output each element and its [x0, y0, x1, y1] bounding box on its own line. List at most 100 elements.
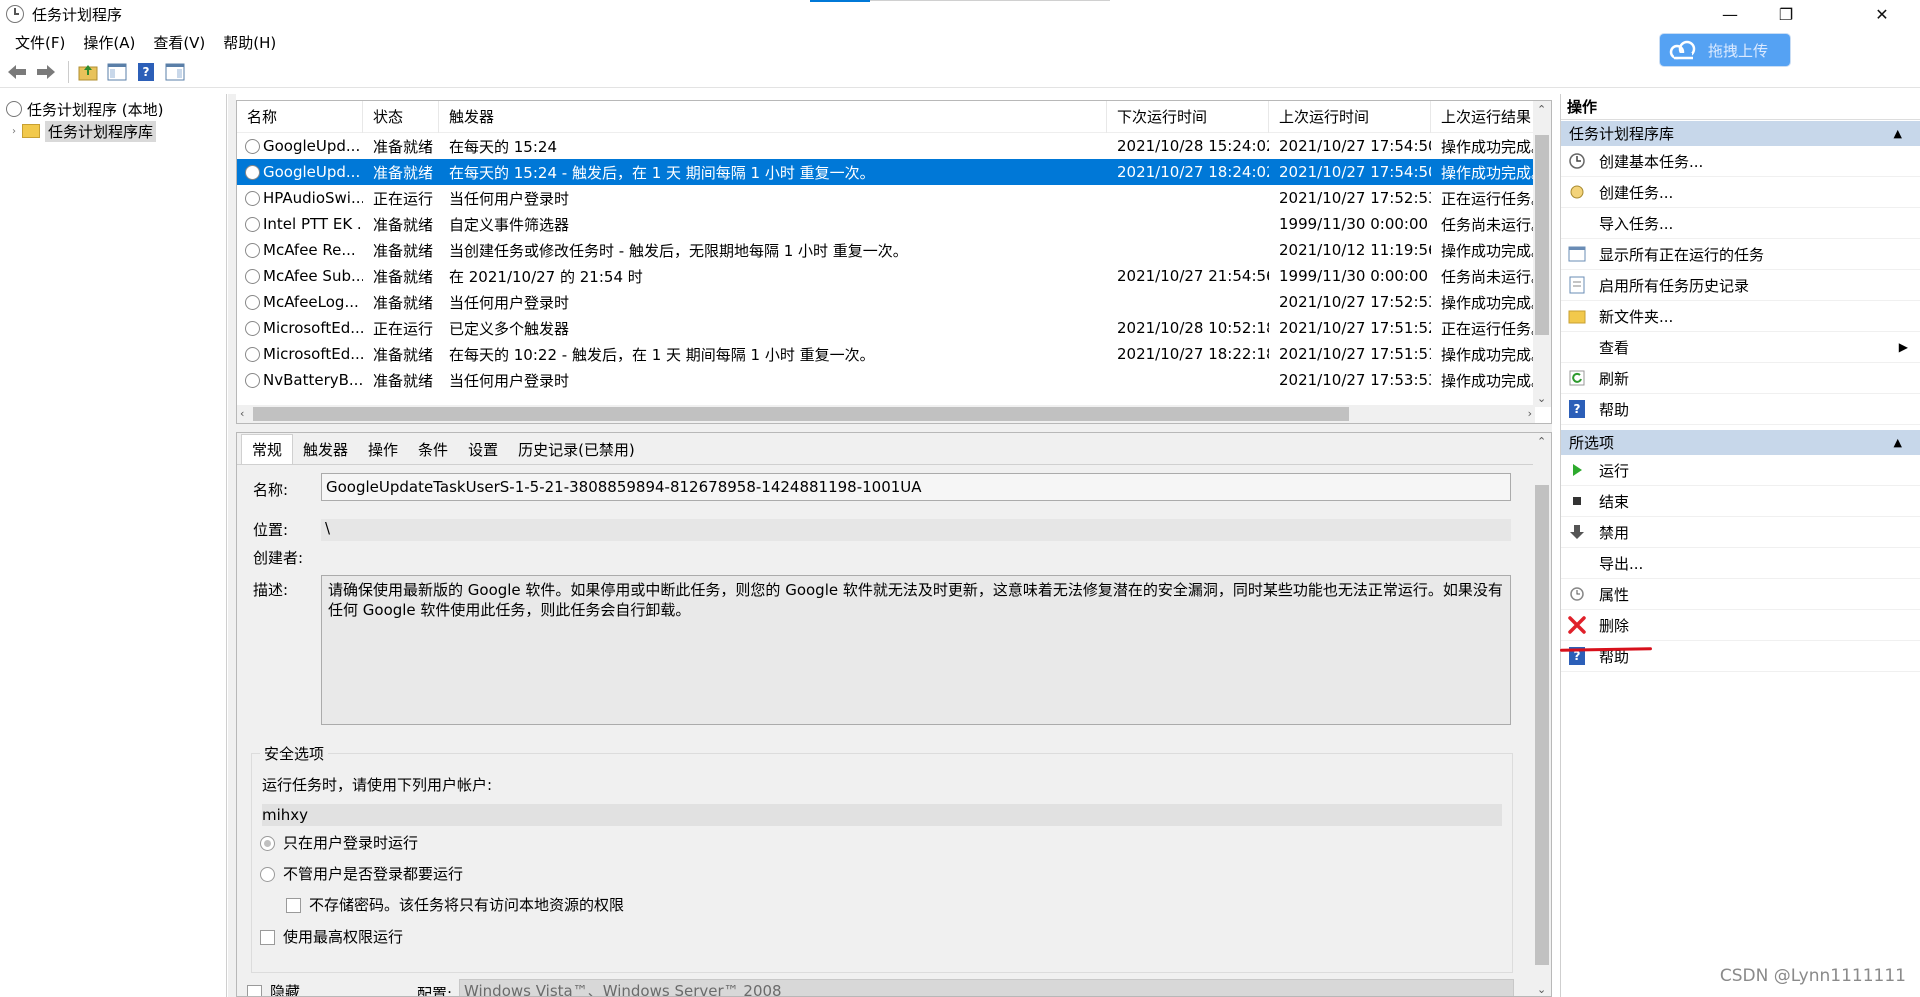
radio-icon[interactable] [260, 867, 275, 882]
tab-settings[interactable]: 设置 [458, 436, 508, 464]
radio-run-whether-logged-on[interactable]: 不管用户是否登录都要运行 [260, 863, 463, 884]
menu-file[interactable]: 文件(F) [6, 32, 74, 53]
task-list-vertical-scrollbar[interactable]: ⌃ ⌄ [1533, 101, 1551, 407]
task-cell: 1999/11/30 0:00:00 [1269, 215, 1431, 233]
action-label: 查看 [1599, 338, 1630, 357]
minimize-button[interactable]: — [1702, 0, 1758, 28]
scroll-down-icon[interactable]: ⌄ [1537, 392, 1546, 405]
tab-conditions[interactable]: 条件 [408, 436, 458, 464]
location-field[interactable]: \ [321, 519, 1511, 541]
task-row[interactable]: McAfeeLog... 准备就绪 当任何用户登录时 2021/10/27 17:52… [237, 289, 1551, 315]
task-row[interactable]: McAfee Re... 准备就绪 当创建任务或修改任务时 - 触发后，无限期地每隔… [237, 237, 1551, 263]
task-row[interactable]: GoogleUpd... 准备就绪 在每天的 15:24 - 触发后，在 1 天 期… [237, 159, 1551, 185]
forward-button[interactable] [33, 59, 59, 85]
name-field[interactable]: GoogleUpdateTaskUserS-1-5-21-3808859894-… [321, 473, 1511, 501]
action-export[interactable]: 导出... [1561, 548, 1920, 579]
task-cell-text: 2021/10/27 17:53:53 [1279, 371, 1431, 389]
scroll-down-icon[interactable]: ⌄ [1537, 983, 1546, 996]
action-create-basic-task[interactable]: 创建基本任务... [1561, 146, 1920, 177]
task-row[interactable]: HPAudioSwi... 正在运行 当任何用户登录时 2021/10/27 17:5… [237, 185, 1551, 211]
action-create-task[interactable]: 创建任务... [1561, 177, 1920, 208]
scroll-thumb[interactable] [1535, 135, 1549, 335]
task-row[interactable]: MicrosoftEd... 准备就绪 在每天的 10:22 - 触发后，在 1 天… [237, 341, 1551, 367]
action-new-folder[interactable]: 新文件夹... [1561, 301, 1920, 332]
task-cell: 2021/10/27 17:54:50 [1269, 137, 1431, 155]
action-disable[interactable]: 禁用 [1561, 517, 1920, 548]
scroll-thumb[interactable] [253, 407, 1349, 421]
task-row[interactable]: McAfee Sub... 准备就绪在 2021/10/27 的 21:54 时 2… [237, 263, 1551, 289]
task-cell-text: MicrosoftEd... [263, 319, 363, 337]
task-row[interactable]: NvBatteryB... 准备就绪 当任何用户登录时 2021/10/27 17:5… [237, 367, 1551, 393]
user-account-field[interactable]: mihxy [262, 804, 1502, 826]
menu-help[interactable]: 帮助(H) [214, 32, 285, 53]
show-hide-console-tree-button[interactable] [104, 59, 130, 85]
radio-run-logged-on[interactable]: 只在用户登录时运行 [260, 832, 418, 853]
task-cell-text: 2021/10/27 17:52:53 [1279, 293, 1431, 311]
up-folder-button[interactable] [75, 59, 101, 85]
task-list-horizontal-scrollbar[interactable]: ‹ › [237, 405, 1535, 423]
action-view[interactable]: 查看 ▶ [1561, 332, 1920, 363]
maximize-button[interactable]: ❐ [1758, 0, 1814, 28]
scroll-left-icon[interactable]: ‹ [240, 407, 244, 420]
task-row[interactable]: Intel PTT EK ... 准备就绪 自定义事件筛选器 1999/11/30 0… [237, 211, 1551, 237]
task-cell: 准备就绪 [363, 292, 439, 313]
checkbox-do-not-store-password[interactable]: 不存储密码。该任务将只有访问本地资源的权限 [286, 894, 624, 915]
tree-item-library[interactable]: › 任务计划程序库 [0, 120, 226, 142]
actions-section-library[interactable]: 任务计划程序库 ▲ [1561, 120, 1920, 146]
task-cell-text: 当任何用户登录时 [449, 371, 570, 390]
task-cell: 2021/10/27 17:51:51 [1269, 345, 1431, 363]
menu-bar: 文件(F) 操作(A) 查看(V) 帮助(H) [0, 30, 1920, 54]
description-field[interactable]: 请确保使用最新版的 Google 软件。如果停用或中断此任务，则您的 Googl… [321, 575, 1511, 725]
collapse-up-icon[interactable]: ▲ [1894, 121, 1902, 147]
column-name[interactable]: 名称 [237, 101, 363, 133]
action-show-running-tasks[interactable]: 显示所有正在运行的任务 [1561, 239, 1920, 270]
action-end[interactable]: 结束 [1561, 486, 1920, 517]
scroll-thumb[interactable] [1535, 485, 1549, 965]
checkbox-icon[interactable] [286, 898, 301, 913]
author-label: 创建者: [253, 549, 304, 567]
task-cell: 在每天的 10:22 - 触发后，在 1 天 期间每隔 1 小时 重复一次。 [439, 344, 1107, 365]
scroll-up-icon[interactable]: ⌃ [1537, 435, 1546, 448]
task-row[interactable]: GoogleUpd... 准备就绪 在每天的 15:24 2021/10/28 15:… [237, 133, 1551, 159]
menu-action[interactable]: 操作(A) [74, 32, 144, 53]
splitter[interactable] [228, 94, 236, 997]
radio-selected-icon[interactable] [260, 836, 275, 851]
tab-history[interactable]: 历史记录(已禁用) [508, 436, 645, 464]
checkbox-hidden[interactable]: 隐藏 [247, 981, 300, 996]
menu-view[interactable]: 查看(V) [144, 32, 214, 53]
column-next-run[interactable]: 下次运行时间 [1107, 101, 1269, 133]
scroll-up-icon[interactable]: ⌃ [1537, 103, 1546, 116]
column-last-run[interactable]: 上次运行时间 [1269, 101, 1431, 133]
help-toolbar-button[interactable]: ? [133, 59, 159, 85]
action-help-selected[interactable]: ? 帮助 [1561, 641, 1920, 672]
basic-task-icon [1567, 151, 1587, 171]
tab-actions[interactable]: 操作 [358, 436, 408, 464]
close-button[interactable]: ✕ [1854, 0, 1910, 28]
collapse-up-icon[interactable]: ▲ [1894, 430, 1902, 456]
checkbox-run-highest-privileges[interactable]: 使用最高权限运行 [260, 926, 403, 947]
config-select[interactable]: Windows Vista™、Windows Server™ 2008 [459, 979, 1514, 996]
action-enable-history[interactable]: 启用所有任务历史记录 [1561, 270, 1920, 301]
action-delete[interactable]: 删除 [1561, 610, 1920, 641]
column-trigger[interactable]: 触发器 [439, 101, 1107, 133]
tab-triggers[interactable]: 触发器 [293, 436, 358, 464]
pane-splitter[interactable] [236, 424, 1552, 432]
action-refresh[interactable]: 刷新 [1561, 363, 1920, 394]
scroll-right-icon[interactable]: › [1528, 407, 1532, 420]
chevron-right-icon[interactable]: › [12, 126, 16, 137]
action-import-task[interactable]: 导入任务... [1561, 208, 1920, 239]
detail-vertical-scrollbar[interactable]: ⌃ ⌄ [1533, 433, 1551, 996]
action-run[interactable]: 运行 [1561, 455, 1920, 486]
show-hide-action-pane-button[interactable] [162, 59, 188, 85]
tree-item-root[interactable]: 任务计划程序 (本地) [0, 98, 226, 120]
action-properties[interactable]: 属性 [1561, 579, 1920, 610]
action-help[interactable]: ? 帮助 [1561, 394, 1920, 425]
column-last-result[interactable]: 上次运行结果 [1431, 101, 1535, 133]
checkbox-icon[interactable] [260, 930, 275, 945]
checkbox-icon[interactable] [247, 985, 262, 996]
tab-general[interactable]: 常规 [241, 434, 294, 464]
task-row[interactable]: MicrosoftEd... 正在运行 已定义多个触发器 2021/10/28 10:… [237, 315, 1551, 341]
column-status[interactable]: 状态 [363, 101, 439, 133]
actions-section-selected[interactable]: 所选项 ▲ [1561, 429, 1920, 455]
back-button[interactable] [4, 59, 30, 85]
